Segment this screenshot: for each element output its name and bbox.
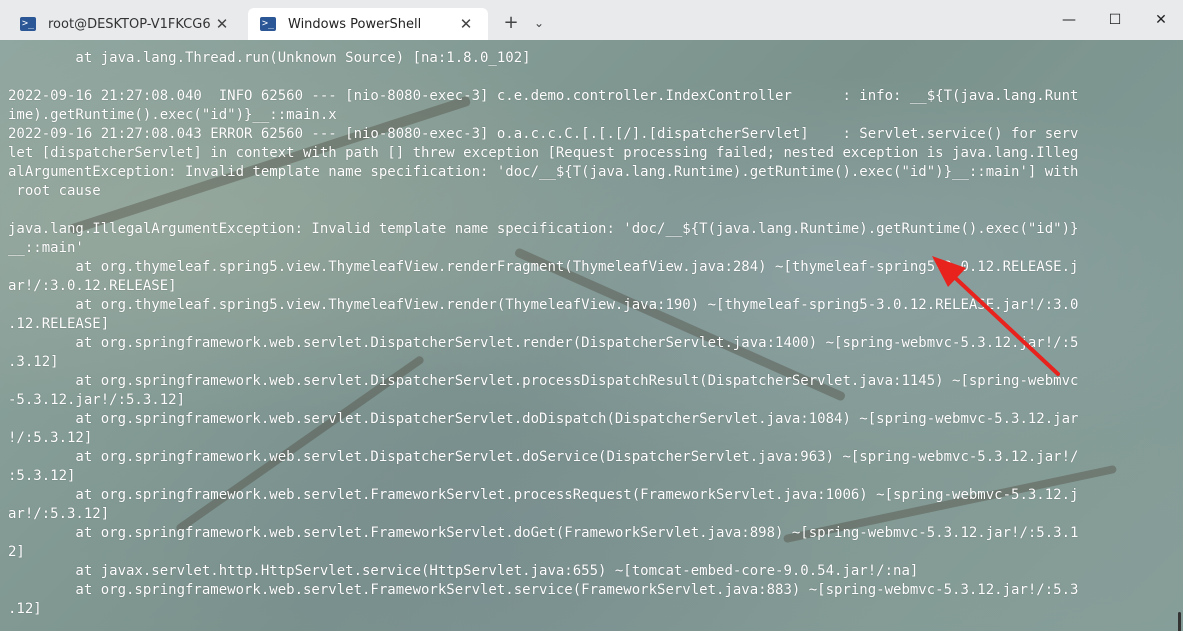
close-icon[interactable]: ✕: [212, 15, 232, 33]
close-icon[interactable]: ✕: [456, 15, 476, 33]
terminal-pane[interactable]: at java.lang.Thread.run(Unknown Source) …: [0, 40, 1183, 631]
maximize-button[interactable]: ☐: [1092, 0, 1138, 40]
powershell-icon: >_: [20, 17, 36, 31]
tab-wsl-root[interactable]: >_ root@DESKTOP-V1FKCG6: /mn ✕: [8, 8, 244, 40]
new-tab-button[interactable]: +: [500, 12, 522, 34]
minimize-button[interactable]: —: [1046, 0, 1092, 40]
powershell-icon: >_: [260, 17, 276, 31]
window-close-button[interactable]: ✕: [1138, 0, 1183, 40]
scrollbar-thumb[interactable]: [1178, 612, 1181, 631]
tab-label: root@DESKTOP-V1FKCG6: /mn: [48, 16, 212, 32]
red-arrow-annotation: [932, 256, 1060, 376]
tab-windows-powershell[interactable]: >_ Windows PowerShell ✕: [248, 8, 488, 40]
tab-dropdown-button[interactable]: ⌄: [530, 12, 548, 34]
title-bar: >_ root@DESKTOP-V1FKCG6: /mn ✕ >_ Window…: [0, 0, 1183, 40]
tab-label: Windows PowerShell: [288, 16, 422, 32]
